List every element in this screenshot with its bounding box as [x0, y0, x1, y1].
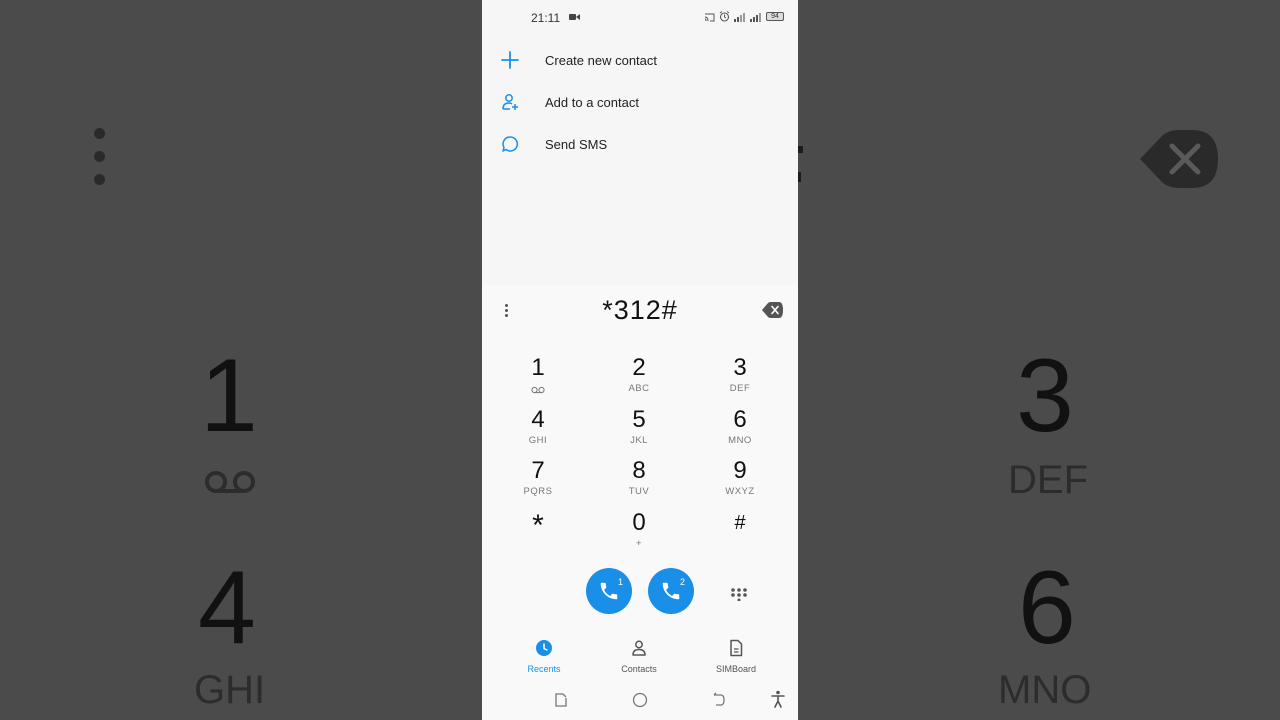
key-9[interactable]: 9 WXYZ [700, 458, 780, 506]
cast-icon [704, 13, 715, 21]
more-options-icon[interactable] [500, 302, 512, 322]
bg-more-icon [94, 128, 106, 197]
sim-number: 1 [617, 577, 623, 587]
key-letters: PQRS [523, 486, 553, 497]
key-hash[interactable]: # [700, 510, 780, 558]
key-digit: 7 [531, 457, 545, 484]
key-8[interactable]: 8 TUV [599, 458, 679, 506]
call-sim1-button[interactable]: 1 [586, 568, 632, 614]
recents-nav-icon[interactable] [553, 692, 569, 708]
status-bar: 21:11 94 [482, 0, 798, 36]
tab-label: Recents [527, 664, 561, 674]
clock-icon [536, 640, 552, 656]
number-display-row: *312# [482, 285, 798, 337]
key-digit: 8 [632, 457, 646, 484]
bottom-tabs: Recents Contacts SIMBoard [482, 639, 798, 679]
bg-letters-def: DEF [1008, 458, 1088, 502]
signal-sim2-icon [750, 12, 761, 22]
bg-edge-fragment [798, 140, 806, 186]
phone-icon [662, 582, 680, 600]
key-digit: * [532, 509, 544, 542]
battery-icon: 94 [766, 12, 784, 21]
voicemail-icon [531, 386, 545, 394]
key-4[interactable]: 4 GHI [498, 407, 578, 455]
key-digit: 9 [733, 457, 747, 484]
tab-recents[interactable]: Recents [504, 639, 584, 674]
bg-letters-mno: MNO [998, 668, 1092, 712]
status-icons: 94 [704, 11, 784, 22]
key-letters: JKL [630, 435, 648, 446]
key-letters: TUV [628, 486, 650, 497]
add-person-icon [482, 93, 545, 111]
key-digit: 2 [632, 354, 646, 381]
system-nav-bar [482, 685, 798, 715]
key-digit: 6 [733, 406, 747, 433]
sim-number: 2 [679, 577, 685, 587]
video-camera-icon [569, 14, 580, 20]
tab-simboard[interactable]: SIMBoard [696, 639, 776, 674]
key-letters: GHI [528, 435, 548, 446]
bg-digit-6: 6 [1018, 550, 1076, 666]
signal-sim1-icon [734, 12, 745, 22]
plus-icon [482, 51, 545, 69]
key-1[interactable]: 1 [498, 355, 578, 403]
dial-area: *312# 1 2 ABC 3 DEF 4 GHI 5 JKL 6 MNO 7 … [482, 285, 798, 720]
bg-digit-1: 1 [200, 338, 258, 454]
person-icon [632, 640, 646, 656]
key-star[interactable]: * [498, 509, 578, 561]
key-0[interactable]: 0 + [599, 510, 679, 558]
message-icon [482, 135, 545, 153]
status-time: 21:11 [531, 11, 561, 25]
bg-digit-4: 4 [198, 550, 256, 666]
call-sim2-button[interactable]: 2 [648, 568, 694, 614]
menu-item-label: Add to a contact [545, 94, 639, 110]
key-digit: 1 [531, 354, 545, 381]
key-6[interactable]: 6 MNO [700, 407, 780, 455]
key-digit: # [734, 512, 746, 534]
key-3[interactable]: 3 DEF [700, 355, 780, 403]
bg-digit-3: 3 [1016, 338, 1074, 454]
backspace-icon[interactable] [762, 301, 784, 319]
send-sms-item[interactable]: Send SMS [482, 123, 798, 165]
battery-level: 94 [771, 13, 779, 20]
document-icon [730, 639, 743, 657]
dialpad-toggle-icon[interactable] [730, 587, 748, 601]
key-2[interactable]: 2 ABC [599, 355, 679, 403]
key-digit: 4 [531, 406, 545, 433]
back-nav-icon[interactable] [711, 692, 727, 708]
key-letters: DEF [729, 383, 751, 394]
home-nav-icon[interactable] [632, 692, 648, 708]
key-letters: MNO [728, 435, 752, 446]
key-7[interactable]: 7 PQRS [498, 458, 578, 506]
add-to-contact-item[interactable]: Add to a contact [482, 81, 798, 123]
key-letters: WXYZ [725, 486, 755, 497]
menu-item-label: Create new contact [545, 52, 658, 68]
phone-screen: 21:11 94 Create new contact Add to a con… [482, 0, 798, 720]
tab-label: SIMBoard [715, 664, 757, 674]
create-new-contact-item[interactable]: Create new contact [482, 39, 798, 81]
dialed-number[interactable]: *312# [542, 295, 738, 326]
key-letters: + [635, 538, 643, 549]
bg-letters-ghi: GHI [194, 668, 266, 712]
phone-icon [600, 582, 618, 600]
key-digit: 0 [632, 509, 646, 536]
key-digit: 3 [733, 354, 747, 381]
suggestion-menu: Create new contact Add to a contact Send… [482, 39, 798, 165]
bg-voicemail-icon [205, 471, 255, 493]
alarm-icon [719, 11, 730, 22]
key-5[interactable]: 5 JKL [599, 407, 679, 455]
menu-item-label: Send SMS [545, 136, 608, 152]
key-digit: 5 [632, 406, 646, 433]
key-letters: ABC [628, 383, 650, 394]
bg-backspace-icon [1140, 130, 1218, 188]
tab-contacts[interactable]: Contacts [599, 639, 679, 674]
accessibility-icon[interactable] [770, 690, 786, 708]
tab-label: Contacts [621, 664, 657, 674]
